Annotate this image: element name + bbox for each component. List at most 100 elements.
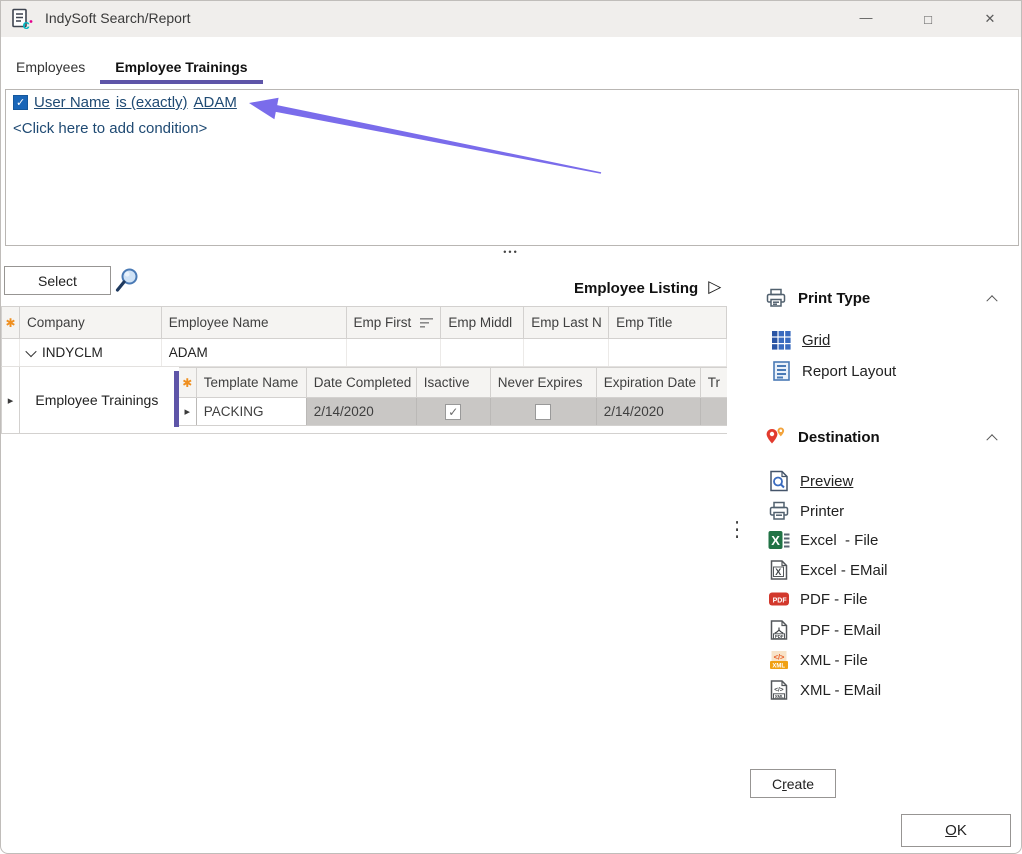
run-report-icon[interactable]: ▷ [708,277,721,297]
svg-text:</>: </> [774,687,784,694]
current-row-icon: ▸ [8,394,14,407]
destination-excel-email-label: Excel - EMail [800,562,888,579]
select-button[interactable]: Select [4,266,111,295]
tab-employees[interactable]: Employees [1,53,100,84]
company-cell: INDYCLM [20,339,162,366]
tr-cell [701,398,727,425]
condition-operator-link[interactable]: is (exactly) [116,94,188,111]
destination-header: Destination [763,425,996,449]
condition-field-link[interactable]: User Name [34,94,110,111]
destination-option-pdf-email[interactable]: PDF PDF - EMail [767,620,881,640]
destination-pdf-email-label: PDF - EMail [800,622,881,639]
excel-email-icon: X [767,560,791,580]
excel-file-icon: X [767,530,791,550]
column-header-date-completed[interactable]: Date Completed [307,368,417,397]
window-title: IndySoft Search/Report [45,10,191,26]
horizontal-splitter[interactable]: ••• [481,247,541,257]
ok-label-mnemonic: O [945,822,957,839]
condition-enabled-checkbox[interactable] [13,95,28,110]
minimize-button[interactable]: — [835,1,897,37]
collapse-row-icon[interactable] [25,345,36,356]
column-header-template-name[interactable]: Template Name [197,368,307,397]
column-header-expiration-date[interactable]: Expiration Date [597,368,701,397]
detail-row-indicator: ▸ [2,367,20,433]
svg-text:X: X [775,567,781,577]
column-header-emp-title[interactable]: Emp Title [609,307,727,338]
vertical-splitter[interactable]: ⋮ [728,517,746,541]
condition-builder-panel: User Name is (exactly) ADAM <Click here … [5,89,1019,246]
create-label-pre: C [772,776,782,792]
maximize-icon: □ [924,12,932,27]
listing-title: Employee Listing [574,280,698,297]
print-type-report-layout-label: Report Layout [802,363,896,380]
column-header-isactive[interactable]: Isactive [417,368,491,397]
asterisk-icon: ✱ [182,376,192,390]
emp-first-cell [347,339,442,366]
column-header-company[interactable]: Company [20,307,162,338]
ok-button[interactable]: OK [901,814,1011,847]
required-column-header: ✱ [2,307,20,338]
column-header-emp-middl[interactable]: Emp Middl [441,307,524,338]
destination-preview-label: Preview [800,473,853,490]
destination-option-printer[interactable]: Printer [767,500,844,522]
destination-option-excel-file[interactable]: X Excel - File [767,530,878,550]
column-header-tr[interactable]: Tr [701,368,727,397]
condition-value-link[interactable]: ADAM [194,94,237,111]
preview-icon [767,470,791,492]
date-completed-cell: 2/14/2020 [307,398,417,425]
print-type-header: Print Type [763,287,996,309]
svg-text:XML: XML [772,664,785,670]
print-type-option-grid[interactable]: Grid [769,331,830,350]
minimize-icon: — [860,10,873,25]
destination-option-xml-email[interactable]: </> XML XML - EMail [767,680,881,700]
ok-label-post: K [957,822,967,839]
destination-option-preview[interactable]: Preview [767,470,853,492]
destination-pdf-file-label: PDF - File [800,591,868,608]
column-header-emp-first[interactable]: Emp First [347,307,442,338]
close-button[interactable]: ✕ [959,1,1021,37]
grid-header-row: ✱ Company Employee Name Emp First Emp Mi… [1,306,727,339]
indysoft-search-report-window: c IndySoft Search/Report — □ ✕ Employees… [0,0,1022,854]
column-header-never-expires[interactable]: Never Expires [491,368,597,397]
detail-tab-label[interactable]: Employee Trainings [20,367,174,433]
trainings-grid: ✱ Template Name Date Completed Isactive … [179,367,727,433]
destination-option-excel-email[interactable]: X Excel - EMail [767,560,888,580]
row-indicator-cell [2,339,20,366]
never-expires-cell [491,398,597,425]
printer-icon [763,287,789,309]
pdf-email-icon: PDF [767,620,791,640]
svg-text:PDF: PDF [773,598,788,605]
svg-text:X: X [771,533,780,548]
employee-name-cell: ADAM [162,339,347,366]
create-button[interactable]: Create [750,769,836,798]
employee-row[interactable]: INDYCLM ADAM [1,339,727,367]
app-icon: c [11,8,33,35]
column-header-label: Emp First [354,315,412,330]
destination-option-pdf-file[interactable]: PDF PDF - File [767,590,868,608]
trainings-header-row: ✱ Template Name Date Completed Isactive … [179,367,727,398]
add-condition-link[interactable]: <Click here to add condition> [13,120,207,137]
tab-employee-trainings[interactable]: Employee Trainings [100,53,262,84]
column-header-employee-name[interactable]: Employee Name [162,307,347,338]
map-pin-icon [763,425,789,449]
close-icon: ✕ [985,11,996,27]
destination-printer-label: Printer [800,503,844,520]
isactive-cell [417,398,491,425]
destination-option-xml-file[interactable]: </> XML XML - File [767,650,868,670]
grid-icon [769,331,793,350]
emp-middl-cell [441,339,524,366]
collapse-section-icon[interactable] [986,295,997,306]
column-header-emp-last[interactable]: Emp Last N [524,307,609,338]
search-icon[interactable] [113,267,141,300]
current-row-icon: ▸ [184,405,190,418]
maximize-button[interactable]: □ [897,1,959,37]
emp-title-cell [609,339,727,366]
listing-title-row: Employee Listing ▷ [574,278,721,298]
collapse-section-icon[interactable] [986,434,997,445]
training-row[interactable]: ▸ PACKING 2/14/2020 2/14/2020 [179,398,727,426]
isactive-checkbox[interactable] [445,404,461,420]
print-type-grid-label: Grid [802,332,830,349]
window-controls: — □ ✕ [835,1,1021,37]
print-type-option-report-layout[interactable]: Report Layout [769,361,896,381]
never-expires-checkbox[interactable] [535,404,551,420]
